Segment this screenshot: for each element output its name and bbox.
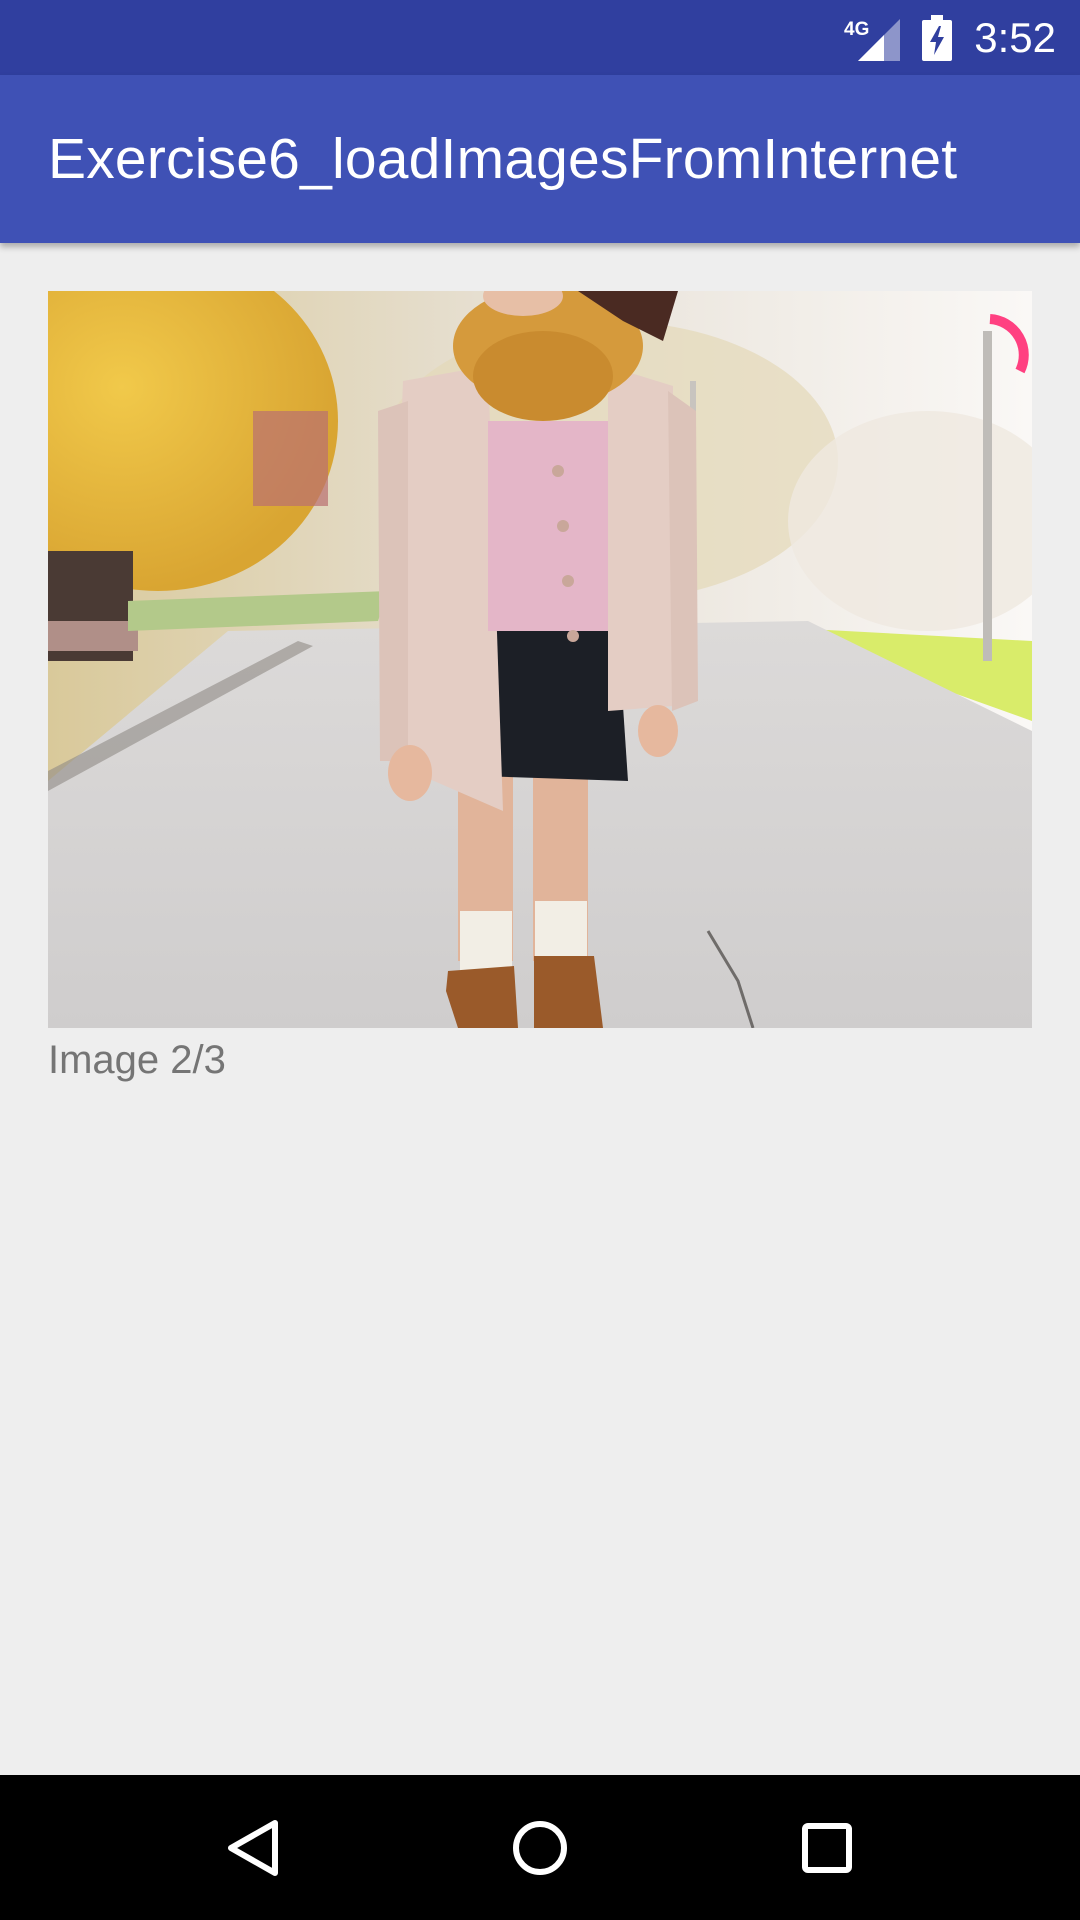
back-icon: [228, 1819, 279, 1876]
signal-4g-icon: 4G: [844, 15, 901, 61]
network-label: 4G: [844, 19, 869, 40]
status-time: 3:52: [974, 13, 1056, 61]
battery-charging-icon: [922, 14, 953, 61]
recents-button[interactable]: [782, 1803, 872, 1893]
navigation-bar: [0, 1775, 1080, 1920]
app-bar: Exercise6_loadImagesFromInternet: [0, 75, 1080, 243]
loading-spinner-icon: [989, 314, 1029, 374]
main-content: Image 2/3: [0, 243, 1080, 1775]
recents-icon: [801, 1822, 852, 1873]
image-caption: Image 2/3: [48, 1038, 226, 1082]
loaded-image: [48, 291, 1032, 1028]
page-title: Exercise6_loadImagesFromInternet: [48, 127, 958, 191]
back-button[interactable]: [208, 1803, 298, 1893]
home-icon: [512, 1820, 567, 1875]
status-bar: 4G 3:52: [0, 0, 1080, 75]
home-button[interactable]: [495, 1803, 585, 1893]
